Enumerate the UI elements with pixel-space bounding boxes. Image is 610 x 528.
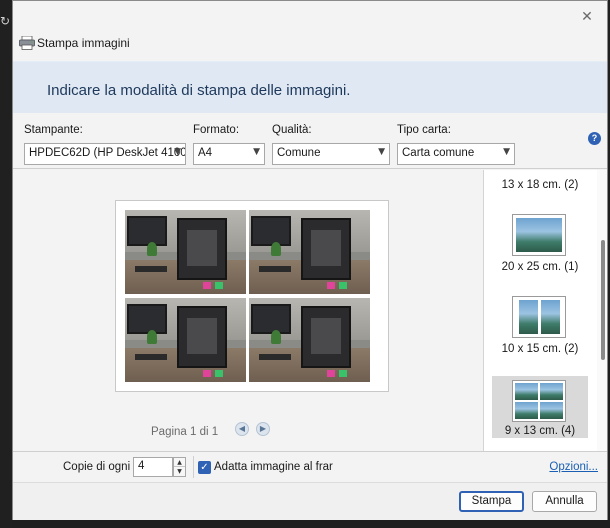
- layout-item[interactable]: 20 x 25 cm. (1): [492, 210, 588, 273]
- banner-text: Indicare la modalità di stampa delle imm…: [47, 82, 351, 99]
- layout-scrollbar[interactable]: [597, 170, 607, 451]
- next-page-button[interactable]: ▶: [256, 422, 270, 436]
- print-pictures-dialog: ✕ Stampa immagini Indicare la modalità d…: [12, 0, 608, 520]
- title-bar: ✕ Stampa immagini: [13, 1, 607, 61]
- copies-label: Copie di ogni: [63, 461, 131, 473]
- chevron-down-icon: ▼: [378, 147, 385, 157]
- print-options-bar: Stampante: HPDEC62D (HP DeskJet 4100 s ▼…: [13, 113, 607, 169]
- preview-page: [115, 200, 389, 392]
- help-icon[interactable]: ?: [588, 132, 601, 145]
- quality-value: Comune: [277, 147, 321, 159]
- chevron-down-icon: ▼: [253, 147, 260, 157]
- printer-label: Stampante:: [24, 124, 83, 136]
- paper-type-value: Carta comune: [402, 147, 475, 159]
- preview-photo: [249, 298, 370, 382]
- preview-photo: [125, 210, 246, 294]
- format-label: Formato:: [193, 124, 240, 136]
- layout-item-selected[interactable]: 9 x 13 cm. (4): [492, 376, 588, 438]
- dialog-footer: Stampa Annulla: [13, 482, 607, 520]
- dialog-title: Stampa immagini: [37, 36, 130, 50]
- background-app-strip: ↻: [0, 0, 12, 528]
- paper-type-label: Tipo carta:: [397, 124, 451, 136]
- layout-thumbnail: [512, 296, 566, 338]
- scrollbar-thumb[interactable]: [601, 240, 605, 360]
- print-preview-area: Pagina 1 di 1 ◀ ▶: [13, 170, 483, 451]
- paper-type-select[interactable]: Carta comune ▼: [397, 143, 515, 165]
- layout-list[interactable]: 13 x 18 cm. (2) 20 x 25 cm. (1) 10 x 15 …: [483, 170, 607, 451]
- preview-photo: [249, 210, 370, 294]
- quality-label: Qualità:: [272, 124, 312, 136]
- divider: [193, 456, 194, 478]
- instruction-banner: Indicare la modalità di stampa delle imm…: [13, 61, 607, 113]
- fit-picture-label[interactable]: Adatta immagine al frar: [214, 461, 333, 473]
- print-button[interactable]: Stampa: [459, 491, 524, 512]
- chevron-down-icon: ▼: [503, 147, 510, 157]
- spin-up-icon[interactable]: ▲: [174, 458, 185, 467]
- chevron-down-icon: ▼: [174, 147, 181, 157]
- preview-photo: [125, 298, 246, 382]
- layout-label: 10 x 15 cm. (2): [501, 343, 579, 355]
- layout-label: 9 x 13 cm. (4): [504, 425, 576, 437]
- layout-label: 20 x 25 cm. (1): [501, 261, 579, 273]
- copies-input[interactable]: 4: [133, 457, 173, 477]
- copies-spinner[interactable]: ▲ ▼: [173, 457, 186, 477]
- format-value: A4: [198, 147, 213, 159]
- printer-icon: [19, 36, 35, 50]
- quality-select[interactable]: Comune ▼: [272, 143, 390, 165]
- options-link[interactable]: Opzioni...: [549, 461, 598, 473]
- close-icon[interactable]: ✕: [577, 7, 597, 27]
- page-indicator: Pagina 1 di 1: [151, 426, 219, 438]
- layout-thumbnail: [512, 380, 566, 422]
- printer-value: HPDEC62D (HP DeskJet 4100 s: [29, 147, 186, 159]
- layout-label: 13 x 18 cm. (2): [501, 179, 579, 191]
- previous-page-button[interactable]: ◀: [235, 422, 249, 436]
- layout-thumbnail: [512, 214, 566, 256]
- format-select[interactable]: A4 ▼: [193, 143, 265, 165]
- layout-item[interactable]: 10 x 15 cm. (2): [492, 292, 588, 355]
- refresh-icon: ↻: [0, 14, 11, 28]
- cancel-button[interactable]: Annulla: [532, 491, 597, 512]
- fit-picture-checkbox[interactable]: ✓: [198, 461, 211, 474]
- copies-bar: Copie di ogni 4 ▲ ▼ ✓ Adatta immagine al…: [13, 451, 607, 481]
- printer-select[interactable]: HPDEC62D (HP DeskJet 4100 s ▼: [24, 143, 186, 165]
- spin-down-icon[interactable]: ▼: [174, 467, 185, 476]
